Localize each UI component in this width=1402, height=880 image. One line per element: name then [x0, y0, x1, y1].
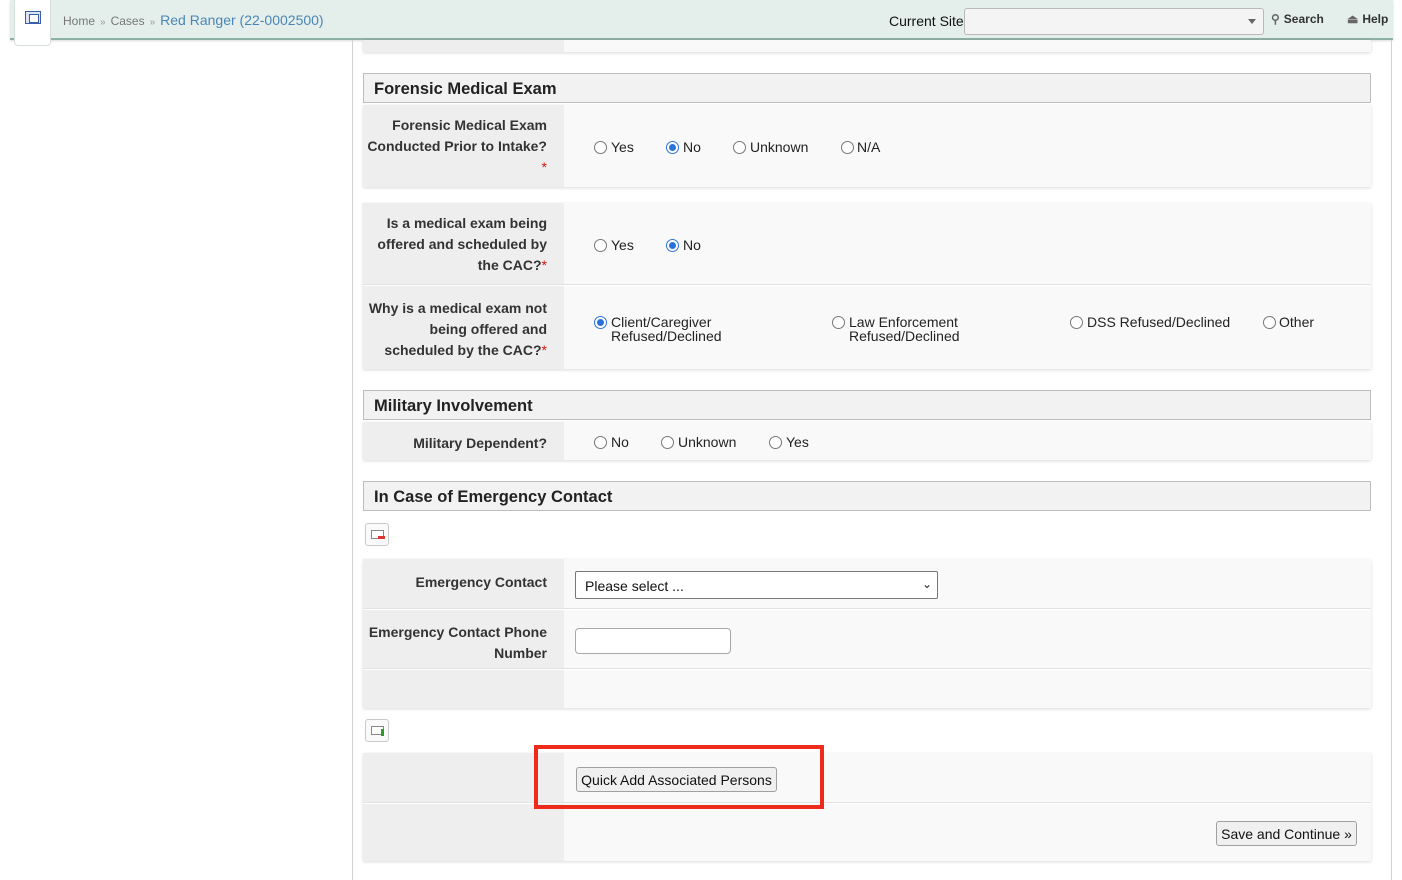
- add-contact-button[interactable]: [365, 719, 389, 742]
- highlight-annotation-box: [534, 745, 824, 809]
- required-asterisk: *: [541, 257, 547, 273]
- emergency-contact-label: Emergency Contact: [363, 559, 564, 608]
- option-military-no[interactable]: No: [611, 435, 629, 449]
- search-link[interactable]: ⚲ Search: [1271, 12, 1324, 26]
- radio-military-yes[interactable]: [769, 436, 782, 449]
- forensic-q3-text: Why is a medical exam not being offered …: [368, 300, 547, 358]
- previous-section-tail: [363, 40, 1371, 52]
- minus-mark-icon: [378, 536, 385, 539]
- radio-cac-no[interactable]: [666, 239, 679, 252]
- chevron-down-icon: ⌄: [921, 577, 932, 591]
- emergency-contact-select[interactable]: Please select ... ⌄: [575, 571, 938, 599]
- section-header-military: Military Involvement: [363, 390, 1371, 420]
- radio-reason-other[interactable]: [1263, 316, 1276, 329]
- option-cac-yes[interactable]: Yes: [611, 238, 634, 252]
- dropdown-caret-icon: [1248, 19, 1256, 24]
- military-dependent-label: Military Dependent?: [363, 422, 564, 460]
- military-block: Military Dependent?: [363, 422, 1371, 460]
- emergency-phone-label: Emergency Contact Phone Number: [363, 610, 564, 668]
- forensic-q2-text: Is a medical exam being offered and sche…: [377, 215, 547, 273]
- option-military-yes[interactable]: Yes: [786, 435, 809, 449]
- option-reason-client-line2: Refused/Declined: [611, 328, 722, 344]
- current-site-select[interactable]: [964, 8, 1264, 35]
- forensic-q2-q3-block: Is a medical exam being offered and sche…: [363, 203, 1371, 369]
- option-prior-yes[interactable]: Yes: [611, 140, 634, 154]
- empty-row-label: [363, 670, 564, 708]
- required-asterisk: *: [541, 159, 547, 175]
- section-header-forensic: Forensic Medical Exam: [363, 73, 1371, 103]
- forensic-q1-text: Forensic Medical Exam Conducted Prior to…: [367, 117, 547, 154]
- option-reason-law[interactable]: Law Enforcement Refused/Declined: [849, 315, 960, 343]
- option-reason-law-line2: Refused/Declined: [849, 328, 960, 344]
- radio-reason-client[interactable]: [594, 316, 607, 329]
- option-prior-unknown[interactable]: Unknown: [750, 140, 808, 154]
- top-navigation-bar: Home » Cases » Red Ranger (22-0002500) Curre…: [10, 0, 1393, 40]
- save-row-label: [363, 804, 564, 861]
- breadcrumb-home[interactable]: Home: [63, 14, 95, 28]
- option-prior-no[interactable]: No: [683, 140, 701, 154]
- option-reason-other[interactable]: Other: [1279, 315, 1314, 329]
- empty-row-field: [564, 670, 1371, 708]
- radio-prior-yes[interactable]: [594, 141, 607, 154]
- row-label: [363, 40, 564, 52]
- option-cac-no[interactable]: No: [683, 238, 701, 252]
- option-reason-dss[interactable]: DSS Refused/Declined: [1087, 315, 1230, 329]
- search-label: Search: [1283, 12, 1324, 26]
- remove-contact-button[interactable]: [365, 523, 389, 546]
- option-military-unknown[interactable]: Unknown: [678, 435, 736, 449]
- home-app-icon: [25, 11, 41, 24]
- breadcrumb-current-case[interactable]: Red Ranger (22-0002500): [160, 12, 323, 28]
- forensic-q1-label: Forensic Medical Exam Conducted Prior to…: [363, 105, 564, 187]
- save-and-continue-button[interactable]: Save and Continue »: [1216, 821, 1357, 846]
- breadcrumb-separator: »: [100, 17, 106, 28]
- plus-mark-icon: [381, 729, 384, 736]
- row-field: [564, 40, 1371, 52]
- required-asterisk: *: [541, 342, 547, 358]
- radio-reason-law[interactable]: [832, 316, 845, 329]
- forensic-q3-label: Why is a medical exam not being offered …: [363, 286, 564, 369]
- emergency-contact-value: Please select ...: [585, 578, 684, 594]
- emergency-phone-input[interactable]: [575, 628, 731, 654]
- breadcrumb-cases[interactable]: Cases: [111, 14, 145, 28]
- forensic-q2-label: Is a medical exam being offered and sche…: [363, 203, 564, 284]
- help-link[interactable]: ⏏ Help: [1347, 12, 1388, 26]
- breadcrumb: Home » Cases » Red Ranger (22-0002500): [63, 12, 324, 28]
- current-site-label: Current Site: [889, 13, 964, 29]
- radio-prior-no[interactable]: [666, 141, 679, 154]
- radio-military-unknown[interactable]: [661, 436, 674, 449]
- option-prior-na[interactable]: N/A: [857, 140, 880, 154]
- radio-cac-yes[interactable]: [594, 239, 607, 252]
- radio-reason-dss[interactable]: [1070, 316, 1083, 329]
- option-reason-client[interactable]: Client/Caregiver Refused/Declined: [611, 315, 722, 343]
- section-header-emergency: In Case of Emergency Contact: [363, 481, 1371, 511]
- help-bell-icon: ⏏: [1347, 12, 1359, 26]
- radio-prior-na[interactable]: [841, 141, 854, 154]
- radio-military-no[interactable]: [594, 436, 607, 449]
- breadcrumb-separator: »: [149, 17, 156, 28]
- radio-prior-unknown[interactable]: [733, 141, 746, 154]
- home-tab[interactable]: [14, 0, 51, 46]
- magnifier-icon: ⚲: [1271, 12, 1280, 26]
- help-label: Help: [1362, 12, 1389, 26]
